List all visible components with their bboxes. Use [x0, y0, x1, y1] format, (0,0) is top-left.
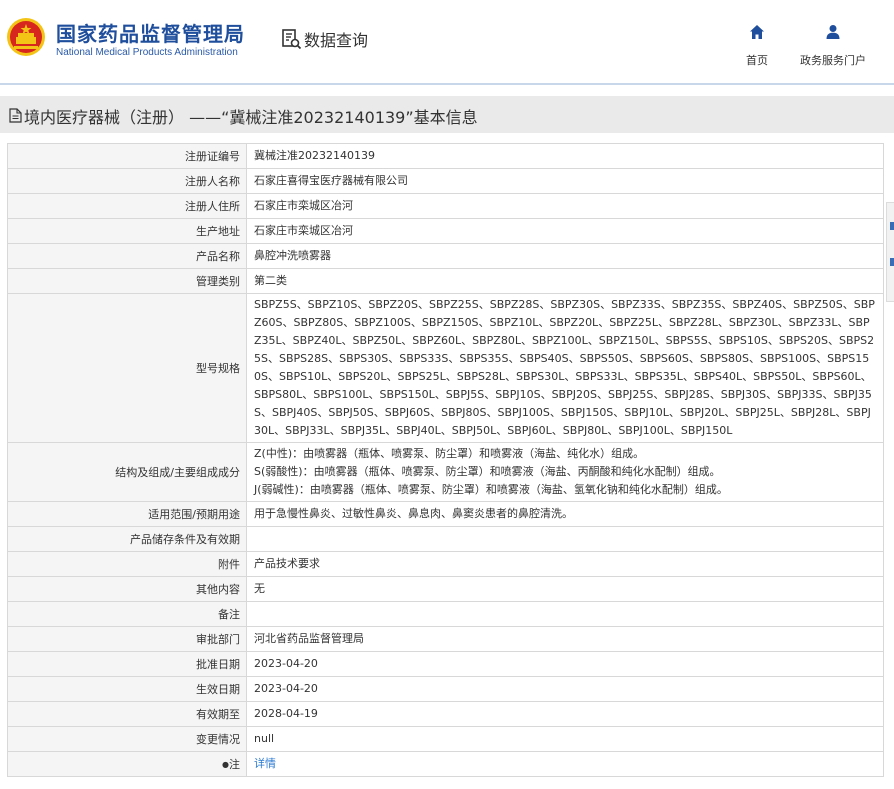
national-emblem-icon [7, 18, 45, 56]
table-row: 管理类别 第二类 [7, 268, 884, 294]
row-label: 批准日期 [7, 651, 247, 677]
note-label: 注 [229, 758, 240, 771]
table-row: 注册证编号 冀械注准20232140139 [7, 143, 884, 169]
table-row: 有效期至 2028-04-19 [7, 701, 884, 727]
note-marker: ● [222, 760, 229, 769]
user-icon [826, 25, 840, 39]
details-link[interactable]: 详情 [254, 757, 276, 770]
home-icon [750, 25, 764, 39]
row-label: 生产地址 [7, 218, 247, 244]
row-label: 注册证编号 [7, 143, 247, 169]
row-label: 附件 [7, 551, 247, 577]
row-value: 产品技术要求 [246, 551, 884, 577]
composition-line-z: Z(中性)：由喷雾器（瓶体、喷雾泵、防尘罩）和喷雾液（海盐、纯化水）组成。 [254, 447, 645, 460]
row-label: 结构及组成/主要组成成分 [7, 442, 247, 502]
row-value: 用于急慢性鼻炎、过敏性鼻炎、鼻息肉、鼻窦炎患者的鼻腔清洗。 [246, 501, 884, 527]
row-label: 产品名称 [7, 243, 247, 269]
row-label: 产品储存条件及有效期 [7, 526, 247, 552]
table-row: 审批部门 河北省药品监督管理局 [7, 626, 884, 652]
data-query-link[interactable]: 数据查询 [280, 27, 368, 51]
row-label: 有效期至 [7, 701, 247, 727]
model-spec-value: SBPZ5S、SBPZ10S、SBPZ20S、SBPZ25S、SBPZ28S、S… [246, 293, 884, 443]
table-row: 注册人名称 石家庄喜得宝医疗器械有限公司 [7, 168, 884, 194]
row-label: ●注 [7, 751, 247, 777]
row-label: 管理类别 [7, 268, 247, 294]
table-row: 附件 产品技术要求 [7, 551, 884, 577]
row-label: 备注 [7, 601, 247, 627]
table-row: ●注 详情 [7, 751, 884, 777]
row-value: 石家庄市栾城区冶河 [246, 218, 884, 244]
table-row: 变更情况 null [7, 726, 884, 752]
document-search-icon [282, 29, 302, 50]
row-value: 详情 [246, 751, 884, 777]
row-value: 石家庄市栾城区冶河 [246, 193, 884, 219]
table-row: 注册人住所 石家庄市栾城区冶河 [7, 193, 884, 219]
row-value [246, 526, 884, 552]
row-label: 适用范围/预期用途 [7, 501, 247, 527]
nav-service-portal[interactable]: 政务服务门户 [793, 24, 873, 68]
row-value [246, 601, 884, 627]
row-value: 2028-04-19 [246, 701, 884, 727]
site-logo-subtitle[interactable]: National Medical Products Administration [56, 47, 238, 58]
table-row: 其他内容 无 [7, 576, 884, 602]
row-value: 2023-04-20 [246, 651, 884, 677]
nav-service-label: 政务服务门户 [800, 54, 866, 67]
header-divider [0, 83, 894, 85]
side-panel-mark [890, 222, 894, 230]
composition-line-j: J(弱碱性)：由喷雾器（瓶体、喷雾泵、防尘罩）和喷雾液（海盐、氢氧化钠和纯化水配… [254, 483, 728, 496]
table-row: 生产地址 石家庄市栾城区冶河 [7, 218, 884, 244]
row-label: 型号规格 [7, 293, 247, 443]
row-label: 变更情况 [7, 726, 247, 752]
row-label: 审批部门 [7, 626, 247, 652]
table-row: 生效日期 2023-04-20 [7, 676, 884, 702]
row-value: null [246, 726, 884, 752]
table-row: 适用范围/预期用途 用于急慢性鼻炎、过敏性鼻炎、鼻息肉、鼻窦炎患者的鼻腔清洗。 [7, 501, 884, 527]
table-row: 结构及组成/主要组成成分 Z(中性)：由喷雾器（瓶体、喷雾泵、防尘罩）和喷雾液（… [7, 442, 884, 502]
table-row: 备注 [7, 601, 884, 627]
row-label: 生效日期 [7, 676, 247, 702]
registration-info-table: 注册证编号 冀械注准20232140139 注册人名称 石家庄喜得宝医疗器械有限… [7, 143, 884, 777]
row-value: 第二类 [246, 268, 884, 294]
site-logo-title[interactable]: 国家药品监督管理局 [56, 18, 245, 47]
composition-line-s: S(弱酸性)：由喷雾器（瓶体、喷雾泵、防尘罩）和喷雾液（海盐、丙酮酸和纯化水配制… [254, 465, 721, 478]
table-row: 批准日期 2023-04-20 [7, 651, 884, 677]
row-value: 2023-04-20 [246, 676, 884, 702]
row-label: 注册人名称 [7, 168, 247, 194]
composition-value: Z(中性)：由喷雾器（瓶体、喷雾泵、防尘罩）和喷雾液（海盐、纯化水）组成。 S(… [246, 442, 884, 502]
data-query-label: 数据查询 [304, 31, 369, 50]
row-value: 鼻腔冲洗喷雾器 [246, 243, 884, 269]
table-row: 产品名称 鼻腔冲洗喷雾器 [7, 243, 884, 269]
row-label: 其他内容 [7, 576, 247, 602]
row-value: 无 [246, 576, 884, 602]
nav-home-label: 首页 [746, 54, 768, 67]
table-row: 产品储存条件及有效期 [7, 526, 884, 552]
side-panel-edge[interactable] [886, 202, 894, 302]
page-title: 境内医疗器械（注册） ——“冀械注准20232140139”基本信息 [24, 108, 478, 127]
row-value: 石家庄喜得宝医疗器械有限公司 [246, 168, 884, 194]
nav-home[interactable]: 首页 [717, 24, 797, 68]
side-panel-mark [890, 258, 894, 266]
row-label: 注册人住所 [7, 193, 247, 219]
site-header: 国家药品监督管理局 National Medical Products Admi… [0, 0, 894, 84]
row-value: 河北省药品监督管理局 [246, 626, 884, 652]
table-row: 型号规格 SBPZ5S、SBPZ10S、SBPZ20S、SBPZ25S、SBPZ… [7, 293, 884, 443]
row-value: 冀械注准20232140139 [246, 143, 884, 169]
document-icon [9, 108, 22, 123]
